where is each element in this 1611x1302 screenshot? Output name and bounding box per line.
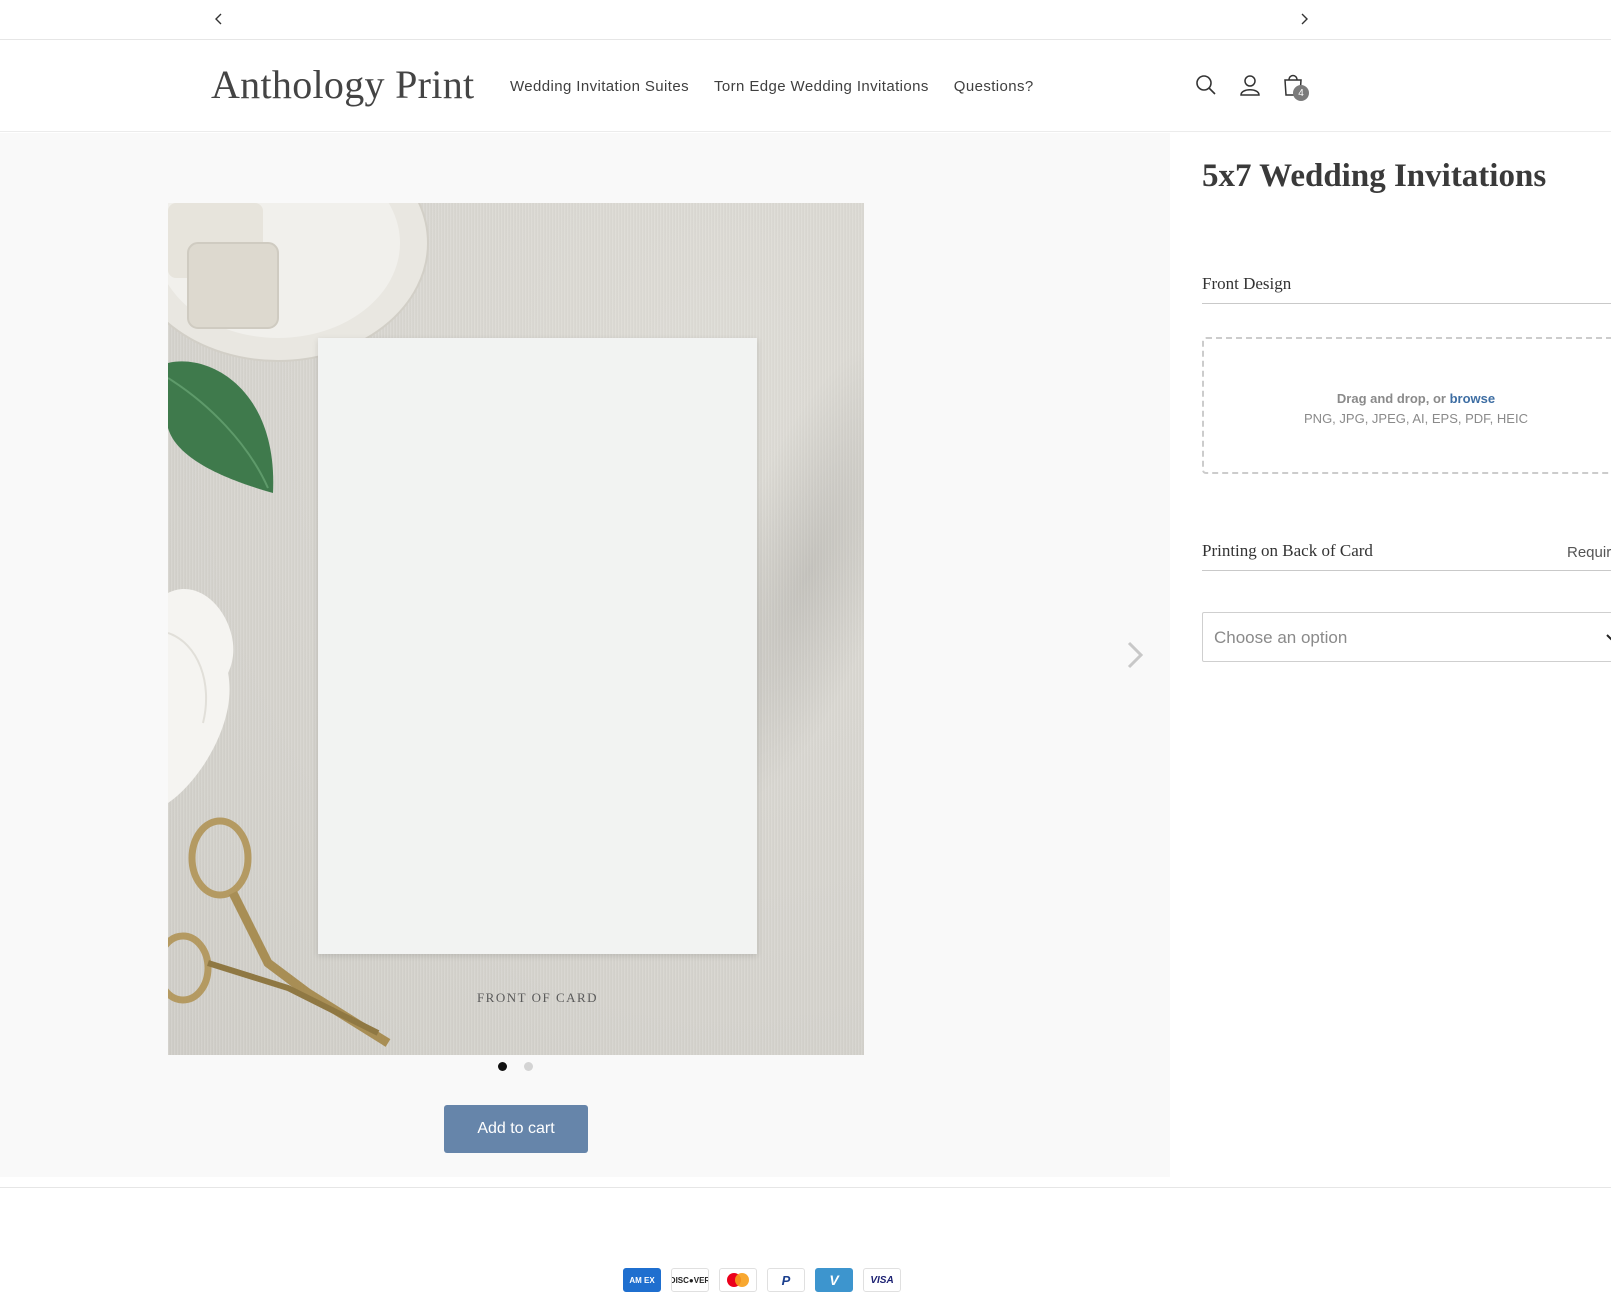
chevron-down-icon — [1606, 634, 1611, 641]
chevron-left-icon — [215, 13, 222, 25]
payment-icons: AM EX DISC●VER P V VISA — [623, 1268, 901, 1292]
product-title: 5x7 Wedding Invitations — [1202, 158, 1547, 194]
user-icon — [1240, 75, 1260, 96]
cart-count-badge: 4 — [1293, 85, 1309, 101]
product-info-panel: 5x7 Wedding Invitations Front Design Dra… — [1170, 133, 1611, 1177]
dropzone-text: Drag and drop, or browse — [1204, 391, 1611, 406]
product-gallery: FRONT OF CARD Add to cart — [0, 133, 1170, 1177]
chevron-right-icon — [1301, 13, 1308, 25]
announcement-bar — [0, 0, 1611, 40]
mastercard-icon — [719, 1268, 757, 1292]
search-icon — [1196, 75, 1216, 95]
required-indicator: Requir — [1567, 544, 1611, 561]
visa-icon: VISA — [863, 1268, 901, 1292]
product-image[interactable]: FRONT OF CARD — [168, 203, 864, 1055]
announcement-prev-button[interactable] — [208, 8, 230, 30]
front-design-label: Front Design — [1202, 274, 1292, 293]
file-dropzone[interactable]: Drag and drop, or browse PNG, JPG, JPEG,… — [1202, 337, 1611, 474]
footer-divider — [0, 1187, 1611, 1188]
divider — [1202, 303, 1611, 304]
dropzone-instruction: Drag and drop, or — [1336, 391, 1446, 406]
discover-icon: DISC●VER — [671, 1268, 709, 1292]
gallery-dot-1[interactable] — [498, 1062, 507, 1071]
accepted-formats: PNG, JPG, JPEG, AI, EPS, PDF, HEIC — [1304, 411, 1528, 426]
select-placeholder: Choose an option — [1214, 628, 1348, 647]
chevron-right-icon — [1127, 641, 1144, 669]
venmo-icon: V — [815, 1268, 853, 1292]
announcement-next-button[interactable] — [1293, 8, 1315, 30]
divider — [1202, 570, 1611, 571]
amex-icon: AM EX — [623, 1268, 661, 1292]
image-caption: FRONT OF CARD — [476, 990, 599, 1005]
gallery-next-button[interactable] — [1124, 638, 1146, 672]
nav-item-torn-edge-wedding-invitations[interactable]: Torn Edge Wedding Invitations — [714, 78, 929, 95]
gallery-pagination — [498, 1062, 533, 1071]
browse-link[interactable]: browse — [1450, 391, 1496, 406]
nav-item-questions[interactable]: Questions? — [954, 78, 1034, 95]
invitation-card-blank — [318, 338, 757, 954]
site-header: Anthology Print Wedding Invitation Suite… — [0, 41, 1611, 132]
store-logo[interactable]: Anthology Print — [211, 61, 474, 108]
nav-item-wedding-invitation-suites[interactable]: Wedding Invitation Suites — [510, 78, 689, 95]
gallery-dot-2[interactable] — [524, 1062, 533, 1071]
back-printing-select[interactable]: Choose an option — [1202, 612, 1611, 662]
paypal-icon: P — [767, 1268, 805, 1292]
search-button[interactable] — [1193, 72, 1219, 98]
account-button[interactable] — [1237, 72, 1263, 98]
back-printing-label: Printing on Back of Card — [1202, 541, 1373, 560]
add-to-cart-button[interactable]: Add to cart — [444, 1105, 588, 1153]
main-nav: Wedding Invitation Suites Torn Edge Wedd… — [510, 78, 1034, 95]
